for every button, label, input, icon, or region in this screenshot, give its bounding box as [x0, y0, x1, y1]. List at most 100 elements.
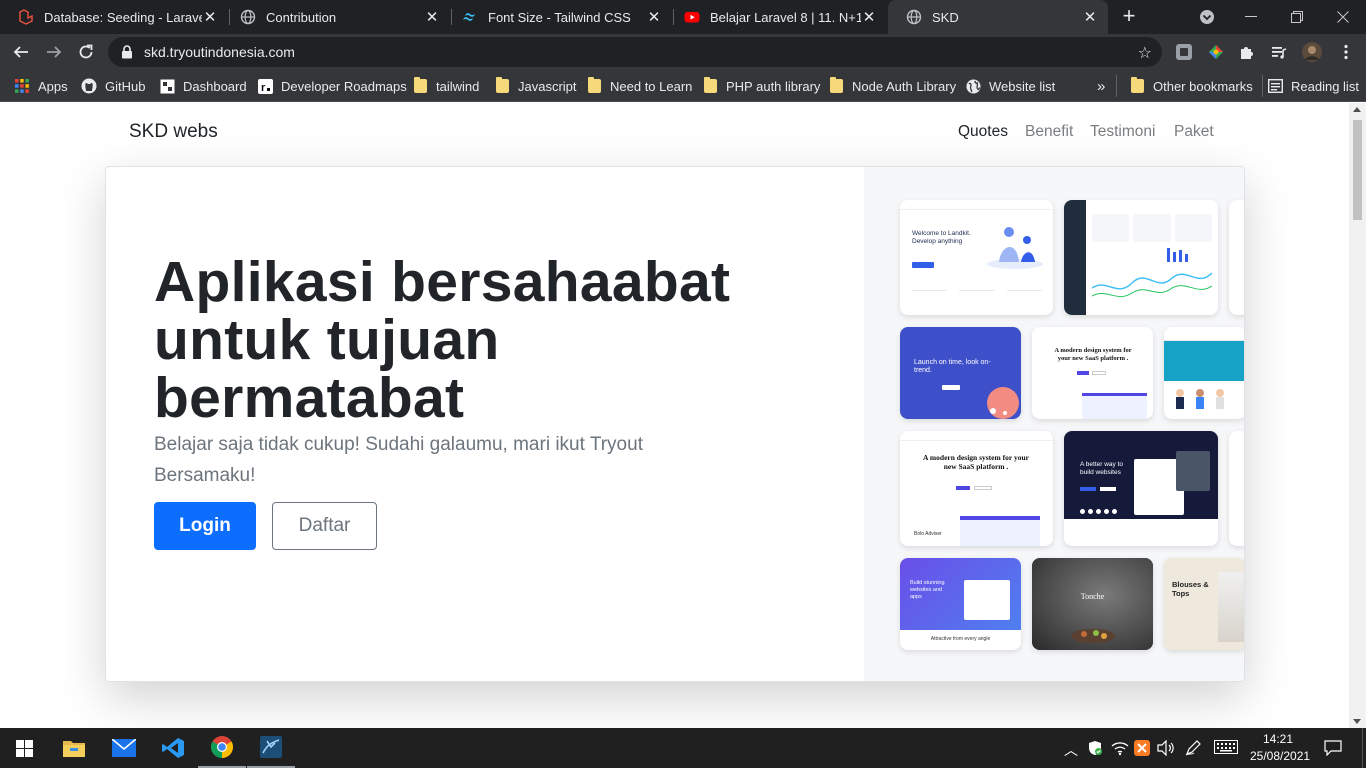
security-shield-icon[interactable] [1087, 740, 1103, 759]
extensions-puzzle-icon[interactable] [1237, 42, 1257, 62]
volume-icon[interactable] [1157, 739, 1175, 759]
nav-benefit[interactable]: Benefit [1025, 123, 1073, 141]
template-card: Launch on time, look on-trend. [900, 327, 1021, 419]
tab-tailwind[interactable]: Font Size - Tailwind CSS ✕ [444, 0, 672, 34]
template-card [1229, 431, 1244, 546]
folder-icon [412, 77, 428, 94]
scroll-down-arrow-icon[interactable] [1353, 719, 1361, 724]
address-bar[interactable]: skd.tryoutindonesia.com ☆ [108, 37, 1162, 67]
page-scrollbar[interactable] [1349, 103, 1366, 728]
web-page: SKD webs Quotes Benefit Testimoni Paket … [0, 103, 1366, 728]
template-card: Welcome to Landkit. Develop anything [900, 200, 1053, 315]
close-tab-icon[interactable]: ✕ [424, 8, 440, 26]
bookmark-folder-need-to-learn[interactable]: Need to Learn [586, 76, 692, 96]
close-tab-icon[interactable]: ✕ [1082, 8, 1098, 26]
laravel-icon [18, 9, 34, 25]
template-card [1164, 327, 1244, 419]
bookmark-apps[interactable]: Apps [14, 76, 68, 96]
youtube-icon [684, 9, 700, 25]
windows-start-icon[interactable] [0, 728, 48, 768]
tab-title: Font Size - Tailwind CSS [488, 9, 631, 25]
template-card: Tonche [1032, 558, 1153, 650]
tab-search-icon[interactable] [1184, 0, 1230, 34]
bookmark-developer-roadmaps[interactable]: r Developer Roadmaps [257, 76, 407, 96]
keyboard-icon[interactable] [1214, 740, 1238, 757]
hero-template-mosaic-image: Welcome to Landkit. Develop anything Lau… [864, 167, 1244, 681]
tab-title: Belajar Laravel 8 | 11. N+1 Pro [710, 9, 861, 25]
template-card-subtitle: Develop anything [912, 238, 963, 245]
back-button[interactable] [9, 40, 33, 64]
bookmark-other-bookmarks[interactable]: Other bookmarks [1129, 76, 1253, 96]
register-button[interactable]: Daftar [272, 502, 377, 550]
nav-testimoni[interactable]: Testimoni [1090, 123, 1155, 141]
close-tab-icon[interactable]: ✕ [202, 8, 218, 26]
tab-strip: Database: Seeding - Laravel - T ✕ Contri… [0, 0, 1366, 34]
restore-button[interactable] [1274, 0, 1320, 34]
tab-skd[interactable]: SKD ✕ [888, 0, 1108, 34]
bookmark-label: Node Auth Library [852, 78, 957, 94]
login-button[interactable]: Login [154, 502, 256, 550]
bookmarks-bar: Apps GitHub Dashboard r Developer Roadma… [0, 70, 1366, 102]
nav-paket[interactable]: Paket [1174, 123, 1214, 141]
bookmark-github[interactable]: GitHub [81, 76, 145, 96]
template-card: A modern design system for your new SaaS… [900, 431, 1053, 546]
hero-card: Aplikasi bersahaabat untuk tujuan bermat… [105, 166, 1245, 682]
show-desktop-button[interactable] [1362, 728, 1366, 768]
media-playlist-icon[interactable] [1269, 42, 1289, 62]
system-clock[interactable]: 14:21 25/08/2021 [1250, 731, 1310, 765]
notification-center-icon[interactable] [1324, 740, 1342, 759]
nav-quotes[interactable]: Quotes [958, 123, 1008, 141]
chrome-menu-icon[interactable] [1336, 42, 1356, 62]
lock-icon[interactable] [120, 45, 134, 59]
sql-workbench-icon[interactable] [247, 728, 295, 768]
bookmarks-divider [1262, 75, 1263, 97]
close-window-button[interactable] [1320, 0, 1366, 34]
forward-button[interactable] [42, 40, 66, 64]
minimize-button[interactable] [1228, 0, 1274, 34]
bookmark-dashboard[interactable]: Dashboard [159, 76, 247, 96]
wifi-icon[interactable] [1111, 740, 1129, 759]
hero-title: Aplikasi bersahaabat untuk tujuan bermat… [154, 250, 731, 430]
bookmark-folder-javascript[interactable]: Javascript [494, 76, 577, 96]
bookmark-folder-tailwind[interactable]: tailwind [412, 76, 479, 96]
template-card: A better way to build websites [1064, 431, 1218, 546]
scroll-up-arrow-icon[interactable] [1353, 107, 1361, 112]
bookmark-label: GitHub [105, 78, 146, 94]
vscode-icon[interactable] [149, 728, 197, 768]
roadmap-icon: r [257, 78, 273, 94]
pen-workspace-icon[interactable] [1185, 740, 1201, 759]
tab-youtube-laravel[interactable]: Belajar Laravel 8 | 11. N+1 Pro ✕ [666, 0, 887, 34]
tab-laravel-seeding[interactable]: Database: Seeding - Laravel - T ✕ [0, 0, 228, 34]
scrollbar-thumb[interactable] [1353, 120, 1362, 220]
template-card-title: Build stunning websites and apps [910, 580, 945, 600]
folder-icon [1129, 77, 1145, 94]
chrome-icon[interactable] [198, 728, 246, 768]
template-card: Blouses & Tops [1164, 558, 1244, 650]
new-tab-button[interactable]: + [1119, 4, 1139, 28]
bookmark-label: Other bookmarks [1153, 78, 1253, 94]
bookmark-website-list[interactable]: Website list [965, 76, 1055, 96]
tab-contribution[interactable]: Contribution ✕ [222, 0, 450, 34]
bookmarks-overflow-button[interactable]: » [1097, 76, 1105, 96]
bookmark-folder-php-auth[interactable]: PHP auth library [702, 76, 820, 96]
folder-icon [586, 77, 602, 94]
bookmark-label: Developer Roadmaps [281, 78, 407, 94]
reload-button[interactable] [74, 40, 98, 64]
extension-screenshot-icon[interactable] [1174, 42, 1194, 62]
extension-color-icon[interactable] [1206, 42, 1226, 62]
xampp-icon[interactable] [1134, 740, 1150, 759]
template-card-title: A better way to build websites [1080, 461, 1123, 476]
close-tab-icon[interactable]: ✕ [861, 8, 877, 26]
bookmark-folder-node-auth[interactable]: Node Auth Library [828, 76, 956, 96]
bookmark-star-icon[interactable]: ☆ [1138, 43, 1152, 63]
show-hidden-icons-chevron-icon[interactable]: ︿ [1064, 740, 1078, 760]
template-card-title: Welcome to Landkit. [912, 230, 971, 237]
svg-text:r: r [261, 82, 266, 94]
file-explorer-icon[interactable] [50, 728, 98, 768]
reading-list-icon [1267, 78, 1283, 94]
close-tab-icon[interactable]: ✕ [646, 8, 662, 26]
profile-avatar[interactable] [1302, 42, 1322, 62]
reading-list-button[interactable]: Reading list [1267, 76, 1359, 96]
site-brand[interactable]: SKD webs [129, 121, 218, 143]
mail-icon[interactable] [100, 728, 148, 768]
